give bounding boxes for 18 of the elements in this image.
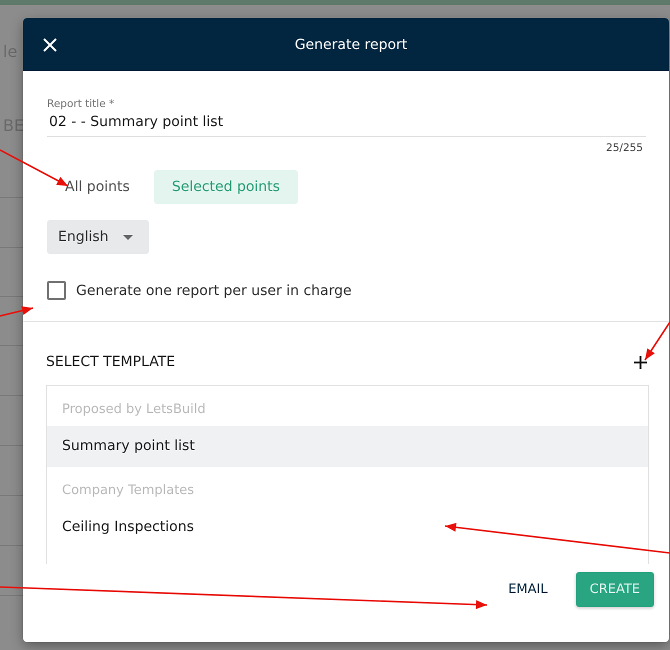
close-icon[interactable] <box>43 38 57 52</box>
add-icon[interactable] <box>634 356 647 368</box>
section-heading: SELECT TEMPLATE <box>46 354 176 370</box>
caret-icon <box>122 234 133 240</box>
template-item[interactable]: Summary point list <box>47 426 648 467</box>
language-dropdown[interactable]: English <box>47 220 149 254</box>
checkbox-label: Generate one report per user in charge <box>76 282 352 298</box>
checkbox[interactable] <box>47 281 66 300</box>
annotation-arrow <box>0 306 34 317</box>
group-heading: Company Templates <box>61 482 196 500</box>
group-heading: Proposed by LetsBuild <box>61 401 207 419</box>
character-counter: 25/255 <box>606 142 643 154</box>
template-item[interactable]: Ceiling Inspections <box>47 507 648 548</box>
dialog-title: Generate report <box>294 36 408 52</box>
email-button[interactable]: EMAIL <box>494 573 562 606</box>
scope-tab[interactable]: All points <box>47 170 148 204</box>
annotation-arrow <box>644 322 670 360</box>
field-label: Report title * <box>47 98 116 110</box>
